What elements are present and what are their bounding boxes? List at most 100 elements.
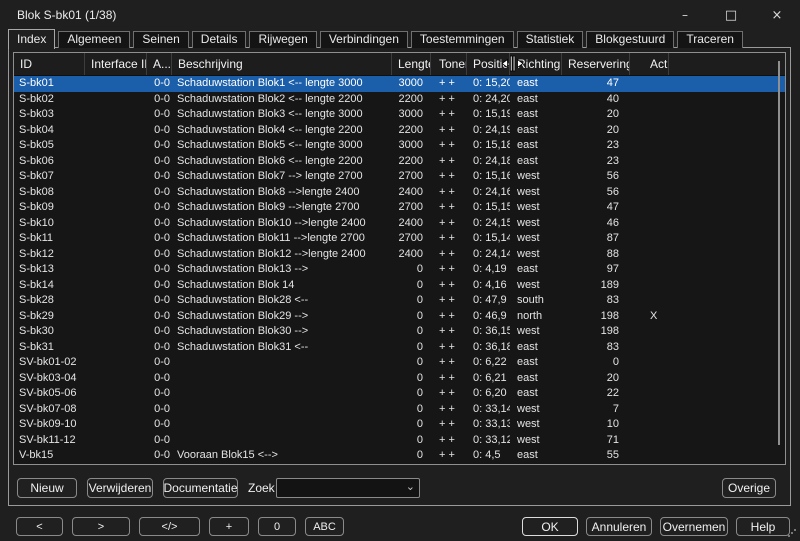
cell-filler	[669, 340, 785, 356]
column-header-positie[interactable]: Positie	[467, 53, 510, 75]
tab[interactable]: Verbindingen	[320, 31, 408, 48]
table-row[interactable]: S-bk11 0-0 Schaduwstation Blok11 -->leng…	[14, 231, 785, 247]
column-header-acties[interactable]: Acties	[630, 53, 669, 75]
table-row[interactable]: S-bk01 0-0 Schaduwstation Blok1 <-- leng…	[14, 76, 785, 92]
overnemen-button[interactable]: Overnemen	[660, 517, 728, 536]
column-header-lengte[interactable]: Lengte	[392, 53, 431, 75]
close-icon[interactable]: ×	[754, 0, 800, 30]
column-header-beschrijving[interactable]: Beschrijving	[172, 53, 392, 75]
ok-button[interactable]: OK	[522, 517, 578, 536]
table-row[interactable]: S-bk28 0-0 Schaduwstation Blok28 <-- 0 +…	[14, 293, 785, 309]
nieuw-button[interactable]: Nieuw	[17, 478, 77, 498]
table-row[interactable]: S-bk29 0-0 Schaduwstation Blok29 --> 0 +…	[14, 309, 785, 325]
table-row[interactable]: S-bk07 0-0 Schaduwstation Blok7 --> leng…	[14, 169, 785, 185]
column-header-tonen[interactable]: Tonen	[431, 53, 467, 75]
cell-richting: east	[510, 448, 562, 464]
tab[interactable]: Statistiek	[517, 31, 584, 48]
table-row[interactable]: S-bk12 0-0 Schaduwstation Blok12 -->leng…	[14, 247, 785, 263]
table-row[interactable]: SV-bk07-08 0-0 0 + + 0: 33,14 west 7	[14, 402, 785, 418]
table-row[interactable]: S-bk30 0-0 Schaduwstation Blok30 --> 0 +…	[14, 324, 785, 340]
table-row[interactable]: S-bk05 0-0 Schaduwstation Blok5 <-- leng…	[14, 138, 785, 154]
cell-reserveringen: 97	[562, 262, 630, 278]
cell-id: SV-bk03-04	[14, 371, 85, 387]
cell-lengte: 3000	[392, 107, 431, 123]
table-row[interactable]: SV-bk03-04 0-0 0 + + 0: 6,21 east 20	[14, 371, 785, 387]
maximize-icon[interactable]: □	[708, 0, 754, 30]
tab[interactable]: Toestemmingen	[411, 31, 514, 48]
cell-acties	[630, 448, 669, 464]
table-row[interactable]: S-bk10 0-0 Schaduwstation Blok10 -->leng…	[14, 216, 785, 232]
nav-button[interactable]: >	[72, 517, 130, 536]
table-row[interactable]: SV-bk09-10 0-0 0 + + 0: 33,13 west 10	[14, 417, 785, 433]
verwijderen-button[interactable]: Verwijderen	[87, 478, 153, 498]
zoek-combobox[interactable]: ⌄	[276, 478, 420, 498]
cell-tonen: + +	[431, 402, 467, 418]
overige-button[interactable]: Overige	[722, 478, 776, 498]
table-row[interactable]: S-bk06 0-0 Schaduwstation Blok6 <-- leng…	[14, 154, 785, 170]
table-row[interactable]: S-bk02 0-0 Schaduwstation Blok2 <-- leng…	[14, 92, 785, 108]
cell-filler	[669, 278, 785, 294]
tab[interactable]: Rijwegen	[249, 31, 316, 48]
tab[interactable]: Seinen	[133, 31, 188, 48]
nav-button[interactable]: </>	[139, 517, 200, 536]
cell-id: SV-bk09-10	[14, 417, 85, 433]
nav-button[interactable]: ABC	[305, 517, 344, 536]
nav-button[interactable]: +	[209, 517, 249, 536]
table-row[interactable]: SV-bk01-02 0-0 0 + + 0: 6,22 east 0	[14, 355, 785, 371]
help-button[interactable]: Help	[736, 517, 790, 536]
resize-grip[interactable]	[787, 529, 796, 538]
column-header-id[interactable]: ID	[14, 53, 85, 75]
cell-id: S-bk07	[14, 169, 85, 185]
table-row[interactable]: S-bk13 0-0 Schaduwstation Blok13 --> 0 +…	[14, 262, 785, 278]
annuleren-button[interactable]: Annuleren	[586, 517, 652, 536]
table-row[interactable]: S-bk31 0-0 Schaduwstation Blok31 <-- 0 +…	[14, 340, 785, 356]
nav-button[interactable]: 0	[258, 517, 296, 536]
cell-positie: 0: 47,9	[467, 293, 510, 309]
cell-positie: 0: 15,20	[467, 76, 510, 92]
table-row[interactable]: S-bk03 0-0 Schaduwstation Blok3 <-- leng…	[14, 107, 785, 123]
cell-filler	[669, 293, 785, 309]
column-header-a[interactable]: A...	[147, 53, 172, 75]
cell-richting: west	[510, 402, 562, 418]
column-header-richting[interactable]: Richting	[510, 53, 562, 75]
column-header-reserveringen[interactable]: Reserveringen	[562, 53, 630, 75]
table-row[interactable]: SV-bk05-06 0-0 0 + + 0: 6,20 east 22	[14, 386, 785, 402]
tab[interactable]: Blokgestuurd	[586, 31, 674, 48]
cell-richting: east	[510, 262, 562, 278]
cell-richting: east	[510, 107, 562, 123]
cell-positie: 0: 15,15	[467, 200, 510, 216]
cell-acties	[630, 76, 669, 92]
column-header-interface-id[interactable]: Interface ID	[85, 53, 147, 75]
tab[interactable]: Index	[8, 29, 55, 49]
cell-tonen: + +	[431, 200, 467, 216]
cell-interface-id	[85, 154, 147, 170]
tab[interactable]: Algemeen	[58, 31, 130, 48]
vertical-scrollbar-thumb[interactable]	[778, 61, 780, 445]
chevron-down-icon[interactable]: ⌄	[406, 480, 415, 493]
zoek-input[interactable]	[279, 480, 401, 498]
table-row[interactable]: S-bk04 0-0 Schaduwstation Blok4 <-- leng…	[14, 123, 785, 139]
table-row[interactable]: S-bk09 0-0 Schaduwstation Blok9 -->lengt…	[14, 200, 785, 216]
cell-filler	[669, 138, 785, 154]
cell-interface-id	[85, 185, 147, 201]
cell-interface-id	[85, 417, 147, 433]
window-title: Blok S-bk01 (1/38)	[17, 8, 116, 22]
tab[interactable]: Details	[192, 31, 247, 48]
tab-label: Index	[17, 32, 46, 46]
cell-positie: 0: 4,5	[467, 448, 510, 464]
minimize-icon[interactable]: –	[662, 0, 708, 30]
cell-tonen: + +	[431, 92, 467, 108]
documentatie-button[interactable]: Documentatie	[163, 478, 238, 498]
nav-button[interactable]: <	[16, 517, 63, 536]
table-row[interactable]: S-bk14 0-0 Schaduwstation Blok 14 0 + + …	[14, 278, 785, 294]
cell-lengte: 0	[392, 448, 431, 464]
cell-tonen: + +	[431, 386, 467, 402]
cell-filler	[669, 386, 785, 402]
titlebar[interactable]: Blok S-bk01 (1/38) – □ ×	[0, 0, 800, 30]
cell-a: 0-0	[147, 216, 172, 232]
table-row[interactable]: V-bk15 0-0 Vooraan Blok15 <--> 0 + + 0: …	[14, 448, 785, 464]
tab[interactable]: Traceren	[677, 31, 743, 48]
table-row[interactable]: SV-bk11-12 0-0 0 + + 0: 33,12 west 71	[14, 433, 785, 449]
table-row[interactable]: S-bk08 0-0 Schaduwstation Blok8 -->lengt…	[14, 185, 785, 201]
cell-reserveringen: 55	[562, 448, 630, 464]
